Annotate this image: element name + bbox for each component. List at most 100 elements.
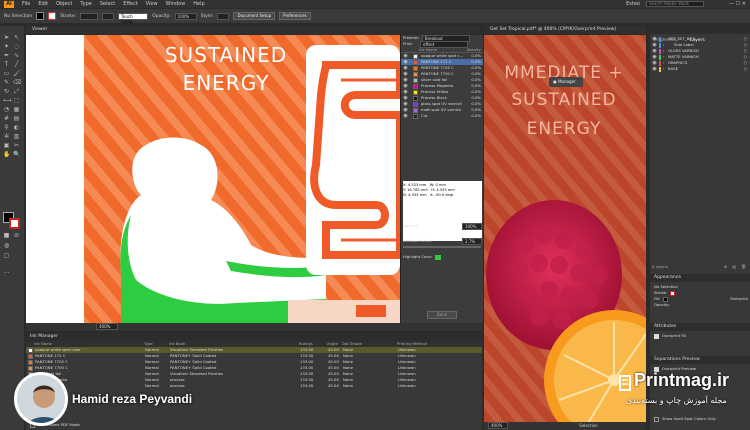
none-mode-icon[interactable]: ⊘ <box>13 232 20 239</box>
stroke-color-box[interactable] <box>9 218 20 229</box>
right-status-text: Selection <box>579 423 598 428</box>
shape-builder-icon[interactable]: ◔ <box>3 106 10 113</box>
ink-visibility-icon[interactable]: ◉ <box>401 113 410 119</box>
stock-search-input[interactable]: Search Adobe Stock <box>646 1 704 7</box>
variable-width-profile[interactable] <box>102 12 115 20</box>
presenter-name: Hamid reza Peyvandi <box>72 392 193 406</box>
ink-list: ◉ opaque white spot c... 0.0% ◉ PANTONE 172 … <box>401 53 483 119</box>
ink-manager-swatch <box>28 353 33 359</box>
color-mode-icon[interactable]: ■ <box>3 232 10 239</box>
symbol-sprayer-icon[interactable]: ✲ <box>3 133 10 140</box>
layer-row[interactable]: ◉ › BASE ○ <box>650 66 750 72</box>
rotate-tool-icon[interactable]: ↻ <box>3 88 10 95</box>
menu-edit[interactable]: Edit <box>38 1 48 7</box>
ink-swatch <box>413 107 418 113</box>
stroke-swatch[interactable] <box>48 12 57 20</box>
workspace-switcher[interactable]: Esteo <box>626 1 640 7</box>
rectangle-tool-icon[interactable]: ▭ <box>3 70 10 77</box>
menu-object[interactable]: Object <box>56 1 72 7</box>
lasso-icon[interactable]: ◌ <box>13 43 20 50</box>
overprint-fill-row[interactable]: Overprint Fill <box>654 333 748 339</box>
printmag-tagline: مجله آموزش چاپ و بسته‌بندی <box>626 396 727 405</box>
menu-window[interactable]: Window <box>166 1 186 7</box>
menu-select[interactable]: Select <box>100 1 115 7</box>
ink-manager-book: process <box>170 383 185 388</box>
done-button[interactable]: Done <box>427 311 457 319</box>
gradient-tool-icon[interactable]: ▤ <box>13 115 20 122</box>
screen-mode-icon[interactable]: ▢ <box>3 252 10 259</box>
overprint-fill-checkbox[interactable] <box>654 333 659 339</box>
pen-tool-icon[interactable]: ✒ <box>3 52 10 59</box>
artboard-tool-icon[interactable]: ▣ <box>3 142 10 149</box>
type-tool-icon[interactable]: T <box>3 61 10 68</box>
layer-visibility-icon[interactable]: ◉ <box>650 66 659 72</box>
breakout-limit-field[interactable]: 2.7% <box>462 237 482 245</box>
breakout-slider[interactable] <box>403 246 481 248</box>
menu-effect[interactable]: Effect <box>123 1 137 7</box>
menu-view[interactable]: View <box>146 1 158 7</box>
slice-tool-icon[interactable]: ✂ <box>13 142 20 149</box>
menu-file[interactable]: File <box>22 1 30 7</box>
curvature-tool-icon[interactable]: ∿ <box>13 52 20 59</box>
preferences-button[interactable]: Preferences <box>279 12 311 20</box>
opacity-label: Opacity: <box>152 13 171 19</box>
right-headline-line2: SUSTAINED <box>511 90 617 110</box>
graph-tool-icon[interactable]: ▥ <box>13 133 20 140</box>
eyedropper-icon[interactable]: ⚲ <box>3 124 10 131</box>
ink-manager-type: Normal <box>145 383 159 388</box>
layer-color-marker <box>659 48 661 54</box>
ink-manager-rows: opaque white spot color Normal Visualizer … <box>26 347 482 389</box>
fill-swatch[interactable] <box>36 12 45 20</box>
breakout-limit-row: Breakout Limit: 2.7% <box>403 237 482 245</box>
document-setup-button[interactable]: Document Setup <box>233 12 276 20</box>
menu-type[interactable]: Type <box>80 1 91 7</box>
left-artboard-canvas[interactable]: SUSTAINED ENERGY <box>26 35 400 323</box>
shaper-tool-icon[interactable]: ✎ <box>3 79 10 86</box>
layer-target-icon[interactable]: ○ <box>744 66 750 72</box>
left-headline-line2: ENERGY <box>182 71 270 95</box>
right-zoom-field[interactable]: 400% <box>488 422 508 429</box>
highlight-color-swatch[interactable] <box>435 254 442 260</box>
opacity-field[interactable]: 100% <box>174 12 197 20</box>
line-tool-icon[interactable]: ╱ <box>13 61 20 68</box>
magic-wand-icon[interactable]: ✦ <box>3 43 10 50</box>
menu-bar: Ai File Edit Object Type Select Effect V… <box>0 0 750 8</box>
selection-tool-icon[interactable]: ➤ <box>3 34 10 41</box>
left-document-tab[interactable]: Viewer <box>26 26 480 34</box>
left-zoom-field[interactable]: 400% <box>96 323 118 330</box>
density-field[interactable]: 100% <box>462 222 482 230</box>
ink-swatch <box>413 77 418 83</box>
mesh-tool-icon[interactable]: # <box>3 115 10 122</box>
appearance-title: Appearance <box>650 274 750 282</box>
zoom-tool-icon[interactable]: 🔍 <box>13 151 20 158</box>
hand-tool-icon[interactable]: ✋ <box>3 151 10 158</box>
scale-tool-icon[interactable]: ⤢ <box>13 88 20 95</box>
highlight-row: Highlight Color: <box>403 254 482 260</box>
style-picker[interactable] <box>217 12 230 20</box>
draw-mode-icon[interactable]: ◍ <box>3 242 10 249</box>
right-artboard-canvas[interactable]: MMEDIATE + SUSTAINED ENERGY ▣ Manager <box>484 35 646 422</box>
blend-tool-icon[interactable]: ◐ <box>13 124 20 131</box>
eraser-icon[interactable]: ⌫ <box>13 79 21 86</box>
layer-action-icons[interactable]: ⊕ ▤ 🗑 <box>724 264 748 270</box>
app-logo: Ai <box>4 0 14 8</box>
window-controls[interactable]: — ☐ ✕ <box>729 1 746 7</box>
ink-swatch <box>413 95 418 101</box>
density-header: Density <box>466 46 481 52</box>
appearance-opacity[interactable]: Opacity: <box>654 302 748 308</box>
perspective-grid-icon[interactable]: ▦ <box>13 106 20 113</box>
right-document-tab[interactable]: Get Set Tropical.pdf* @ 400% (CMYK/Overp… <box>484 26 646 34</box>
menu-help[interactable]: Help <box>193 1 204 7</box>
brush-definition[interactable]: Touch Callig... <box>118 12 149 24</box>
ink-manager-row[interactable]: Process BlackNormalprocess133.0045.00Non… <box>26 383 482 389</box>
stroke-weight-field[interactable] <box>80 12 99 20</box>
edit-toolbar-icon[interactable]: … <box>3 268 10 275</box>
layers-list: ◉ › GET_SET_BOT... ○ ◉ › Side Label ○ ◉ › GLOSS VA… <box>650 34 750 72</box>
direct-selection-tool-icon[interactable]: ↖ <box>13 34 20 41</box>
free-transform-icon[interactable]: ⬚ <box>13 97 20 104</box>
width-tool-icon[interactable]: ⟷ <box>3 97 12 104</box>
ink-row[interactable]: ◉ Cut 0.0% <box>401 113 483 119</box>
layer-color-marker <box>659 66 661 72</box>
layers-footer: 6 Layers ⊕ ▤ 🗑 <box>652 264 748 270</box>
paintbrush-icon[interactable]: 🖌 <box>13 70 21 77</box>
